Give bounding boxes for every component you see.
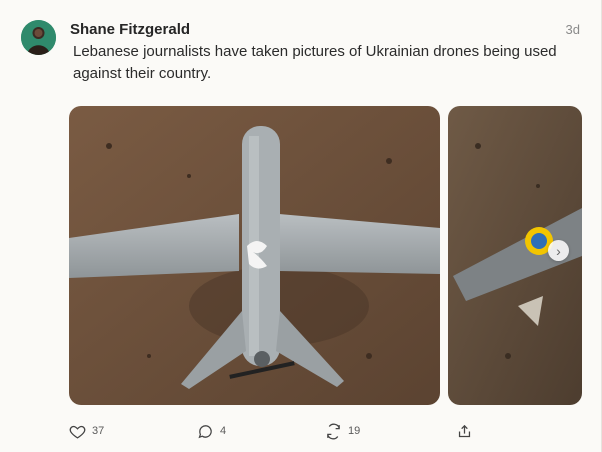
repost-count: 19 [348, 425, 361, 437]
heart-icon [69, 423, 86, 440]
author-name[interactable]: Shane Fitzgerald [70, 21, 190, 38]
comment-icon [197, 423, 214, 440]
share-icon [456, 423, 473, 440]
action-bar: 37 4 19 [0, 420, 601, 442]
post-timestamp[interactable]: 3d [566, 22, 580, 37]
comment-count: 4 [220, 425, 227, 437]
repost-icon [325, 423, 342, 440]
chevron-right-icon: › [556, 242, 561, 259]
post-card[interactable]: Shane Fitzgerald 3d Lebanese journalists… [0, 0, 602, 452]
like-count: 37 [92, 425, 105, 437]
share-button[interactable] [456, 420, 473, 442]
like-button[interactable]: 37 [69, 420, 104, 442]
drone-photo-1[interactable] [69, 106, 440, 405]
post-text: Lebanese journalists have taken pictures… [73, 43, 557, 82]
comment-button[interactable]: 4 [197, 420, 226, 442]
next-image-button[interactable]: › [548, 240, 569, 261]
avatar[interactable] [21, 20, 56, 55]
repost-button[interactable]: 19 [325, 420, 360, 442]
